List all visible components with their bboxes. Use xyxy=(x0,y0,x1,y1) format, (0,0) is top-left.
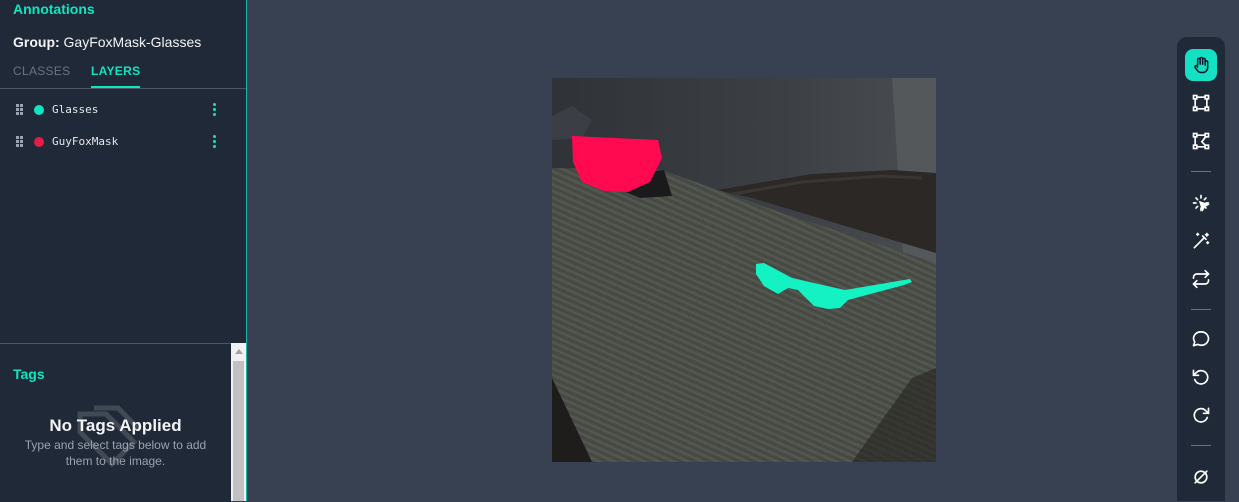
smart-select-icon[interactable] xyxy=(1185,187,1217,219)
redo-icon[interactable] xyxy=(1185,399,1217,431)
group-name: GayFoxMask-Glasses xyxy=(63,34,202,50)
polygon-icon[interactable] xyxy=(1185,125,1217,157)
scroll-up-arrow-icon[interactable] xyxy=(231,343,246,359)
layer-color-dot xyxy=(34,105,44,115)
group-line: Group: GayFoxMask-Glasses xyxy=(13,34,201,50)
undo-icon[interactable] xyxy=(1185,361,1217,393)
null-icon[interactable] xyxy=(1185,461,1217,493)
toolbar-divider xyxy=(1191,171,1211,172)
layer-name: GuyFoxMask xyxy=(52,135,119,148)
more-options-icon[interactable] xyxy=(213,103,217,117)
tags-scrollbar[interactable] xyxy=(231,343,246,501)
group-label: Group: xyxy=(13,34,60,50)
no-tags-help: Type and select tags below to add them t… xyxy=(24,438,207,468)
tab-layers[interactable]: LAYERS xyxy=(91,64,141,88)
tab-classes[interactable]: CLASSES xyxy=(13,64,70,78)
magic-wand-icon[interactable] xyxy=(1185,225,1217,257)
drag-handle-icon[interactable] xyxy=(16,136,24,148)
layer-color-dot xyxy=(34,137,44,147)
layer-item-guyfoxmask[interactable]: GuyFoxMask xyxy=(0,132,246,156)
drag-handle-icon[interactable] xyxy=(16,104,24,116)
scroll-thumb[interactable] xyxy=(233,361,244,501)
tool-bar xyxy=(1177,37,1225,501)
bounding-box-icon[interactable] xyxy=(1185,87,1217,119)
repeat-icon[interactable] xyxy=(1185,263,1217,295)
tags-section: Tags No Tags Applied Type and select tag… xyxy=(0,343,231,502)
more-options-icon[interactable] xyxy=(213,135,217,149)
panel-title: Annotations xyxy=(13,1,95,17)
toolbar-divider xyxy=(1191,309,1211,310)
tags-title: Tags xyxy=(13,366,45,382)
panel-tabs: CLASSES LAYERS xyxy=(0,62,246,89)
toolbar-divider xyxy=(1191,445,1211,446)
annotations-panel: Annotations Group: GayFoxMask-Glasses CL… xyxy=(0,0,247,502)
hand-icon[interactable] xyxy=(1185,49,1217,81)
layer-item-glasses[interactable]: Glasses xyxy=(0,100,246,124)
image-canvas[interactable] xyxy=(552,78,936,462)
comment-icon[interactable] xyxy=(1185,323,1217,355)
no-tags-heading: No Tags Applied xyxy=(49,416,182,435)
annotated-image[interactable] xyxy=(552,78,936,462)
layer-name: Glasses xyxy=(52,103,99,116)
